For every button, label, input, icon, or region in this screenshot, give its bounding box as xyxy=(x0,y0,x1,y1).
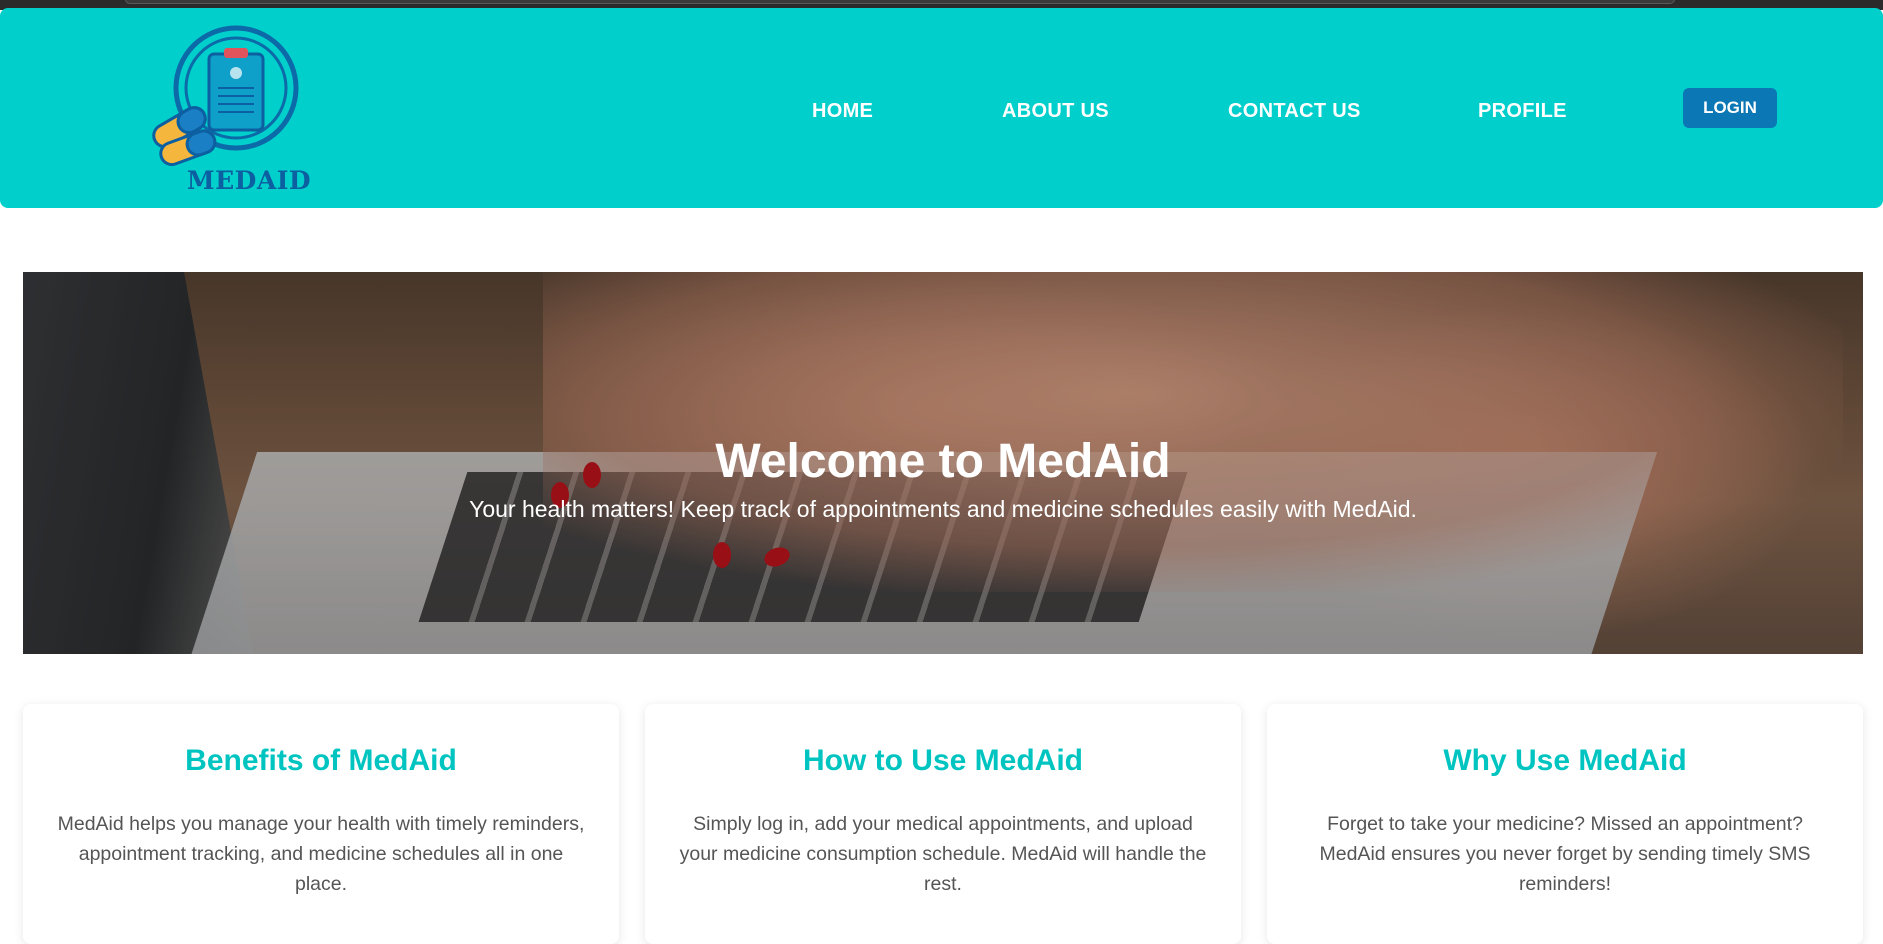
hero-title: Welcome to MedAid xyxy=(715,435,1171,489)
card-text: MedAid helps you manage your health with… xyxy=(57,813,585,895)
hero-subtitle: Your health matters! Keep track of appoi… xyxy=(469,496,1417,522)
nav-about-us[interactable]: ABOUT US xyxy=(1002,100,1109,123)
card-benefits: Benefits of MedAid MedAid helps you mana… xyxy=(23,704,619,944)
hero-banner: Welcome to MedAid Your health matters! K… xyxy=(23,272,1863,654)
card-title: Benefits of MedAid xyxy=(185,744,457,777)
nav-contact-us[interactable]: CONTACT US xyxy=(1228,100,1361,123)
card-title: Why Use MedAid xyxy=(1443,744,1687,777)
card-text: Simply log in, add your medical appointm… xyxy=(679,813,1207,895)
card-title: How to Use MedAid xyxy=(802,744,1083,777)
card-how-to-use: How to Use MedAid Simply log in, add you… xyxy=(645,704,1241,944)
main-nav: HOME ABOUT US CONTACT US PROFILE LOGIN xyxy=(0,8,1883,208)
card-why-use: Why Use MedAid Forget to take your medic… xyxy=(1267,704,1863,944)
login-button[interactable]: LOGIN xyxy=(1683,88,1777,128)
nav-profile[interactable]: PROFILE xyxy=(1478,100,1567,123)
site-header: MEDAID HOME ABOUT US CONTACT US PROFILE … xyxy=(0,8,1883,208)
browser-address-bar[interactable] xyxy=(125,0,1675,4)
card-text: Forget to take your medicine? Missed an … xyxy=(1319,813,1811,895)
nav-home[interactable]: HOME xyxy=(812,100,873,123)
